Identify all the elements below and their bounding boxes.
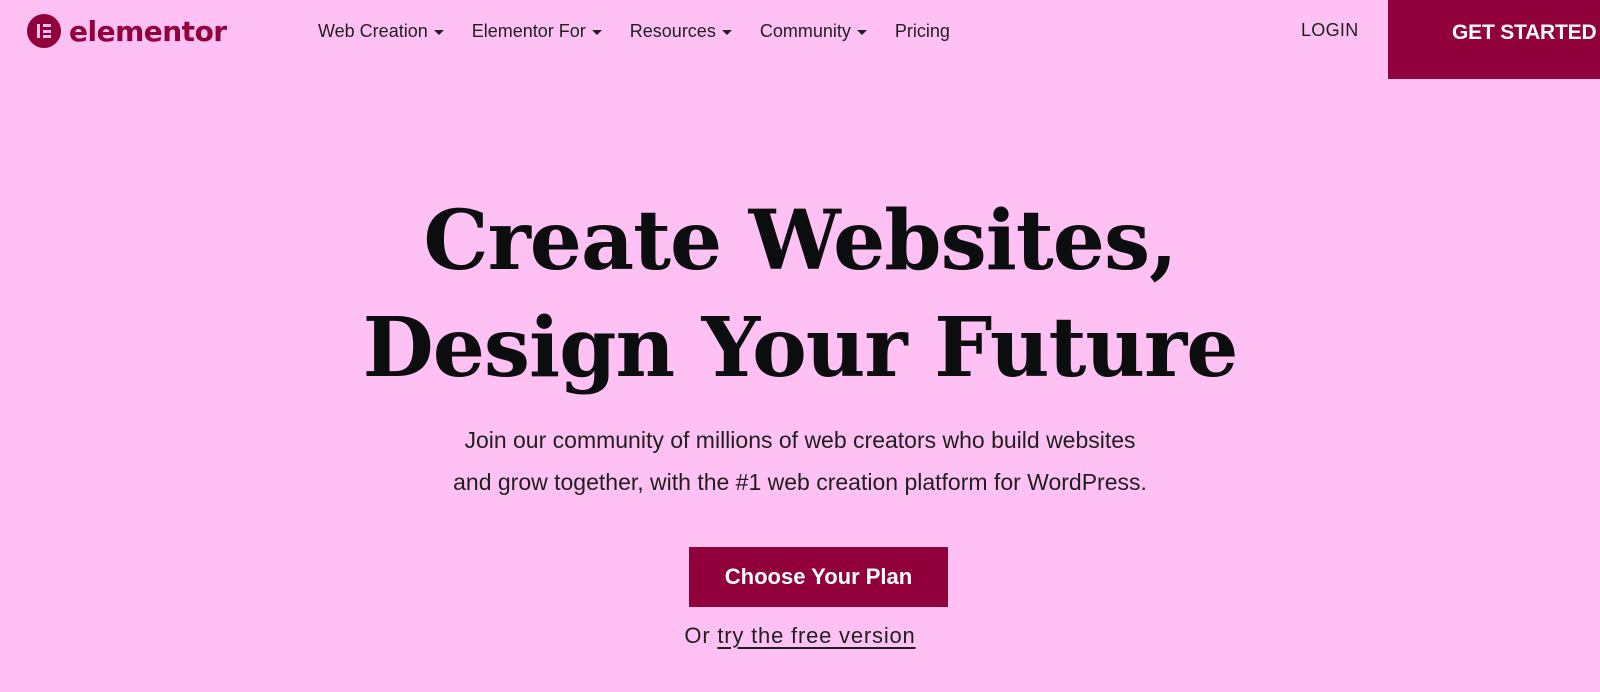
- login-link[interactable]: LOGIN: [1301, 20, 1359, 41]
- site-header: elementor Web Creation Elementor For Res…: [0, 0, 1600, 80]
- hero-subtitle-line-1: Join our community of millions of web cr…: [464, 427, 1136, 453]
- nav-item-label: Resources: [629, 20, 716, 41]
- nav-item-resources[interactable]: Resources: [630, 18, 732, 44]
- nav-item-pricing[interactable]: Pricing: [895, 18, 950, 44]
- nav-item-label: Community: [759, 20, 851, 41]
- hero-title-line-1: Create Websites,: [423, 193, 1177, 289]
- nav-item-label: Web Creation: [318, 20, 428, 41]
- nav-item-community[interactable]: Community: [760, 18, 867, 44]
- main-nav: Web Creation Elementor For Resources Com…: [318, 18, 950, 44]
- hero-subtitle-line-2: and grow together, with the #1 web creat…: [453, 469, 1147, 495]
- hero-subtitle: Join our community of millions of web cr…: [0, 419, 1600, 503]
- choose-plan-button[interactable]: Choose Your Plan: [689, 547, 948, 607]
- caret-down-icon: [856, 30, 867, 35]
- free-version-link[interactable]: try the free version: [717, 623, 915, 648]
- nav-item-label: Elementor For: [471, 20, 586, 41]
- nav-item-elementor-for[interactable]: Elementor For: [472, 18, 602, 44]
- caret-down-icon: [591, 30, 602, 35]
- caret-down-icon: [433, 30, 444, 35]
- hero-title-line-2: Design Your Future: [362, 300, 1239, 396]
- logo-wordmark: elementor: [69, 14, 227, 48]
- nav-item-label: Pricing: [894, 20, 950, 41]
- free-version-prefix: Or: [684, 623, 711, 648]
- free-version-line: Or try the free version: [0, 623, 1600, 649]
- caret-down-icon: [721, 30, 732, 35]
- nav-item-web-creation[interactable]: Web Creation: [318, 18, 444, 44]
- elementor-logo-icon: [27, 14, 61, 48]
- hero-title: Create Websites, Design Your Future: [0, 188, 1600, 402]
- elementor-logo[interactable]: elementor: [27, 14, 227, 48]
- get-started-button[interactable]: GET STARTED: [1388, 0, 1600, 79]
